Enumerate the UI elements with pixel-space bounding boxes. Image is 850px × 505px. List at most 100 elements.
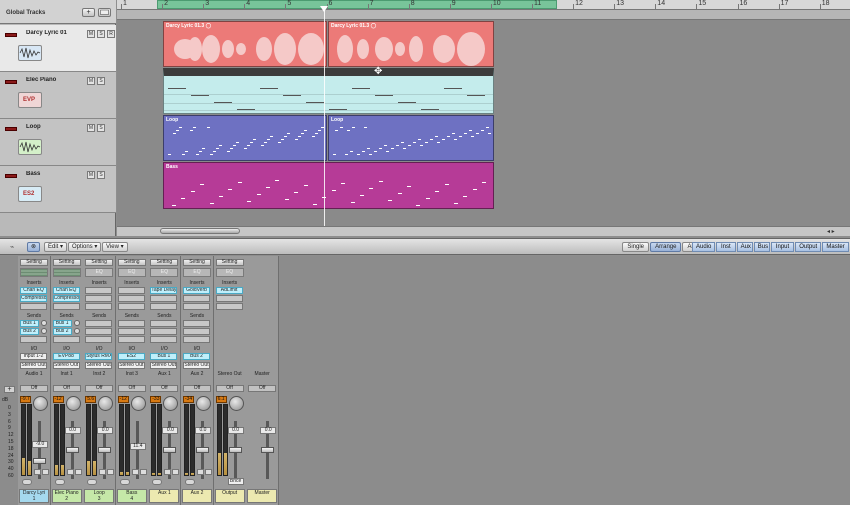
link-icon[interactable]: ⌁ <box>10 243 14 251</box>
peak-indicator[interactable]: 6.1 <box>215 396 227 403</box>
output-slot[interactable]: Stereo Out <box>183 362 210 369</box>
automation-mode-button[interactable]: Off <box>85 385 114 392</box>
send-level-knob[interactable] <box>41 328 47 334</box>
output-slot[interactable]: Stereo Out <box>85 362 113 369</box>
insert-slot[interactable] <box>150 295 178 302</box>
add-strip-button[interactable]: + <box>4 386 15 393</box>
send-level-knob[interactable] <box>41 320 47 326</box>
send-slot[interactable] <box>85 320 113 327</box>
automation-mode-button[interactable]: Off <box>248 385 277 392</box>
send-slot[interactable] <box>150 328 178 335</box>
region-e-piano[interactable]: E. Piano <box>163 68 494 114</box>
channel-strip-elec-piano[interactable]: SettingEQInsertsChan EQCompressoSendsBus… <box>50 256 84 505</box>
filter-input-button[interactable]: Input <box>771 242 794 252</box>
peak-indicator[interactable]: -12 <box>117 396 129 403</box>
peak-indicator[interactable]: -34 <box>183 396 194 403</box>
channel-strip-output[interactable]: Setting EQ Inserts AdLimit Stereo Out Off 6.1 0… <box>213 256 247 505</box>
send-slot[interactable] <box>150 320 178 327</box>
setting-button[interactable]: Setting <box>183 259 211 266</box>
setting-button[interactable]: Setting <box>215 259 244 266</box>
track-options-button[interactable] <box>98 8 111 17</box>
setting-button[interactable]: Setting <box>85 259 114 266</box>
mode-single-button[interactable]: Single <box>622 242 650 252</box>
options-menu[interactable]: Options ▾ <box>68 242 102 252</box>
insert-slot[interactable] <box>215 295 243 302</box>
solo-button[interactable]: S <box>97 124 105 132</box>
setting-button[interactable]: Setting <box>150 259 179 266</box>
view-menu[interactable]: View ▾ <box>102 242 128 252</box>
fader-value[interactable]: -9.0 <box>32 441 48 448</box>
eq-display[interactable]: EQ <box>183 268 211 277</box>
mute-button[interactable] <box>34 469 41 475</box>
input-slot[interactable]: EVP88 <box>52 353 80 360</box>
insert-slot[interactable] <box>85 287 113 294</box>
region-loop[interactable]: Loop <box>163 115 327 161</box>
marker-lane[interactable] <box>117 10 850 20</box>
solo-button[interactable] <box>205 469 212 475</box>
track-row-elec-piano[interactable]: Elec Piano M S EVP <box>0 72 116 119</box>
channel-name-plate[interactable]: Master <box>247 489 278 503</box>
input-slot[interactable]: Bus 1 <box>150 353 178 360</box>
insert-slot[interactable] <box>52 303 80 310</box>
insert-slot[interactable] <box>215 303 243 310</box>
fader-value[interactable]: 0.0 <box>162 427 179 434</box>
volume-fader[interactable] <box>33 458 46 464</box>
fader-value[interactable]: 11.4 <box>129 443 146 450</box>
filter-audio-button[interactable]: Audio <box>692 242 715 252</box>
region-darcy-lyric-01-3-[interactable]: Darcy Lyric 01.3 ◯ <box>163 21 327 67</box>
volume-fader[interactable] <box>65 447 79 453</box>
mute-button[interactable]: M <box>87 124 95 132</box>
peak-indicator[interactable]: -12 <box>52 396 64 403</box>
mute-button[interactable]: M <box>87 30 95 38</box>
eq-display[interactable]: EQ <box>52 268 81 277</box>
group-link-button[interactable] <box>22 479 32 485</box>
pan-knob[interactable] <box>163 396 179 411</box>
edit-menu[interactable]: Edit ▾ <box>44 242 68 252</box>
track-row-darcy-lyric-01[interactable]: Darcy Lyric 01 M S R <box>0 25 116 72</box>
send-slot[interactable] <box>85 328 113 335</box>
record-enable-button[interactable] <box>5 33 17 37</box>
insert-slot[interactable]: AdLimit <box>215 287 243 294</box>
eq-display[interactable]: EQ <box>20 268 48 277</box>
insert-slot[interactable] <box>85 295 113 302</box>
insert-slot[interactable] <box>117 287 145 294</box>
channel-name-plate[interactable]: Loop 3 <box>84 489 115 503</box>
fader-value[interactable]: 0.0 <box>64 427 81 434</box>
pan-knob[interactable] <box>196 396 211 411</box>
scrollbar-thumb[interactable] <box>160 228 240 234</box>
fader-value[interactable]: 0.0 <box>260 427 277 434</box>
pan-knob[interactable] <box>228 396 244 411</box>
global-tracks-bar[interactable]: Global Tracks + <box>0 0 116 24</box>
fader-value[interactable]: 0.0 <box>97 427 114 434</box>
filter-output-button[interactable]: Output <box>795 242 822 252</box>
automation-mode-button[interactable]: Off <box>215 385 244 392</box>
automation-mode-button[interactable]: Off <box>150 385 179 392</box>
pan-knob[interactable] <box>65 396 81 411</box>
output-slot[interactable]: Stereo Out <box>117 362 145 369</box>
solo-button[interactable] <box>42 469 49 475</box>
automation-mode-button[interactable]: Off <box>52 385 81 392</box>
bounce-button[interactable]: Bnce <box>227 478 244 485</box>
insert-slot[interactable] <box>117 295 145 302</box>
fader-value[interactable]: 0.0 <box>227 427 244 434</box>
input-slot[interactable]: Bus 2 <box>183 353 210 360</box>
pan-knob[interactable] <box>98 396 114 411</box>
input-slot[interactable]: Stylus RMX <box>85 353 113 360</box>
send-slot[interactable]: Bus 1 <box>52 320 72 327</box>
solo-button[interactable]: S <box>97 30 105 38</box>
insert-slot[interactable] <box>183 303 210 310</box>
filter-inst-button[interactable]: Inst <box>716 242 736 252</box>
volume-fader[interactable] <box>228 447 242 453</box>
send-slot[interactable] <box>183 328 210 335</box>
setting-button[interactable]: Setting <box>117 259 146 266</box>
scroll-arrows-icon[interactable]: ◂ ▸ <box>827 228 835 235</box>
group-link-button[interactable] <box>87 479 98 485</box>
region-bass[interactable]: Bass <box>163 162 494 209</box>
record-enable-button[interactable] <box>5 127 17 131</box>
group-link-button[interactable] <box>54 479 65 485</box>
eq-display[interactable]: EQ <box>215 268 244 277</box>
mute-button[interactable] <box>99 469 107 475</box>
eq-display[interactable]: EQ <box>85 268 114 277</box>
send-slot[interactable] <box>150 336 178 343</box>
send-slot[interactable]: Bus 1 <box>20 320 39 327</box>
